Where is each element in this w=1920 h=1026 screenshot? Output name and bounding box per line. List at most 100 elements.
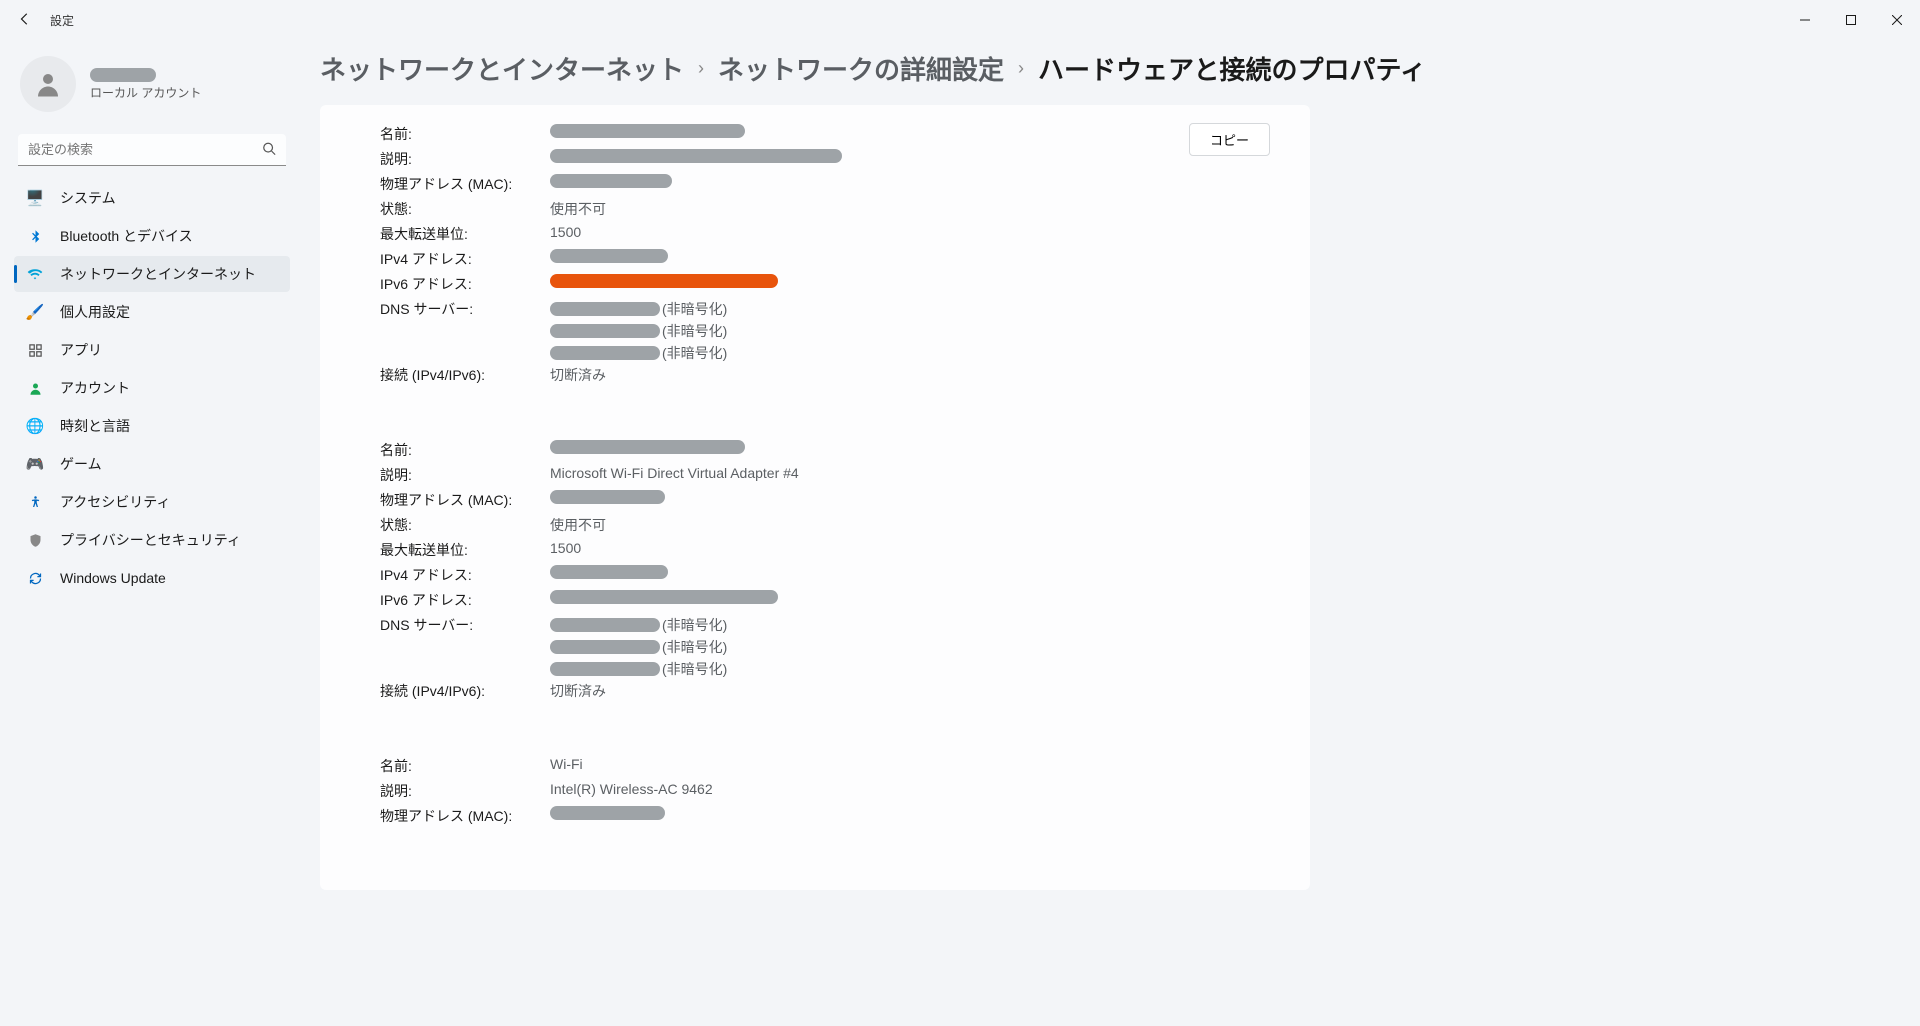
sidebar-item-game[interactable]: 🎮 ゲーム xyxy=(14,446,290,482)
breadcrumb-current: ハードウェアと接続のプロパティ xyxy=(1038,50,1426,87)
value-state: 使用不可 xyxy=(550,199,1250,219)
value-conn: 切断済み xyxy=(550,365,1250,385)
sidebar-item-network[interactable]: ネットワークとインターネット xyxy=(14,256,290,292)
dns-suffix: (非暗号化) xyxy=(662,343,727,363)
value-description: Intel(R) Wireless-AC 9462 xyxy=(550,781,1250,797)
value-name: Wi-Fi xyxy=(550,756,1250,772)
sidebar-item-label: アクセシビリティ xyxy=(60,492,170,512)
value-redacted xyxy=(550,640,660,654)
value-redacted xyxy=(550,174,672,188)
value-redacted xyxy=(550,806,665,820)
label-state: 状態: xyxy=(380,515,550,535)
close-button[interactable] xyxy=(1874,4,1920,36)
breadcrumb-link-network[interactable]: ネットワークとインターネット xyxy=(320,50,684,87)
label-name: 名前: xyxy=(380,756,550,776)
brush-icon: 🖌️ xyxy=(26,303,44,321)
label-mac: 物理アドレス (MAC): xyxy=(380,490,550,510)
adapter-block: 名前: 説明: 物理アドレス (MAC): 状態:使用不可 最大転送単位:150… xyxy=(380,117,1250,433)
label-ipv4: IPv4 アドレス: xyxy=(380,249,550,269)
user-block[interactable]: ローカル アカウント xyxy=(14,50,290,126)
label-ipv6: IPv6 アドレス: xyxy=(380,274,550,294)
sync-icon xyxy=(26,569,44,587)
maximize-button[interactable] xyxy=(1828,4,1874,36)
sidebar-item-label: 個人用設定 xyxy=(60,302,130,322)
dns-suffix: (非暗号化) xyxy=(662,299,727,319)
breadcrumb-link-advanced[interactable]: ネットワークの詳細設定 xyxy=(718,50,1004,87)
window-controls xyxy=(1782,4,1920,36)
label-mtu: 最大転送単位: xyxy=(380,224,550,244)
sidebar-item-account[interactable]: アカウント xyxy=(14,370,290,406)
label-conn: 接続 (IPv4/IPv6): xyxy=(380,681,550,701)
dns-suffix: (非暗号化) xyxy=(662,659,727,679)
sidebar-item-label: システム xyxy=(60,188,116,208)
value-redacted xyxy=(550,590,778,604)
user-subtitle: ローカル アカウント xyxy=(90,84,201,101)
label-name: 名前: xyxy=(380,440,550,460)
sidebar-item-label: プライバシーとセキュリティ xyxy=(60,530,241,550)
value-conn: 切断済み xyxy=(550,681,1250,701)
shield-icon xyxy=(26,531,44,549)
value-redacted xyxy=(550,124,745,138)
dns-suffix: (非暗号化) xyxy=(662,615,727,635)
sidebar-item-update[interactable]: Windows Update xyxy=(14,560,290,596)
sidebar-item-label: アカウント xyxy=(60,378,130,398)
sidebar-item-personalize[interactable]: 🖌️ 個人用設定 xyxy=(14,294,290,330)
sidebar-item-system[interactable]: 🖥️ システム xyxy=(14,180,290,216)
search-input[interactable] xyxy=(18,134,286,166)
sidebar-item-bluetooth[interactable]: Bluetooth とデバイス xyxy=(14,218,290,254)
adapter-block: 名前:Wi-Fi 説明:Intel(R) Wireless-AC 9462 物理… xyxy=(380,749,1250,830)
copy-button[interactable]: コピー xyxy=(1189,123,1270,156)
person-icon xyxy=(26,379,44,397)
sidebar-item-accessibility[interactable]: アクセシビリティ xyxy=(14,484,290,520)
wifi-icon xyxy=(26,265,44,283)
sidebar-item-privacy[interactable]: プライバシーとセキュリティ xyxy=(14,522,290,558)
title-bar: 設定 xyxy=(0,0,1920,40)
gamepad-icon: 🎮 xyxy=(26,455,44,473)
properties-panel: コピー 名前: 説明: 物理アドレス (MAC): 状態:使用不可 最大転送単位… xyxy=(320,105,1310,890)
chevron-right-icon: › xyxy=(1018,58,1024,79)
label-mac: 物理アドレス (MAC): xyxy=(380,174,550,194)
nav: 🖥️ システム Bluetooth とデバイス ネットワークとインターネット 🖌… xyxy=(14,180,290,596)
avatar xyxy=(20,56,76,112)
back-button[interactable] xyxy=(10,5,40,35)
display-icon: 🖥️ xyxy=(26,189,44,207)
value-redacted xyxy=(550,565,668,579)
search-box xyxy=(18,134,286,166)
label-mac: 物理アドレス (MAC): xyxy=(380,806,550,826)
sidebar-item-label: Bluetooth とデバイス xyxy=(60,226,193,246)
label-dns: DNS サーバー: xyxy=(380,299,550,319)
minimize-button[interactable] xyxy=(1782,4,1828,36)
value-redacted xyxy=(550,324,660,338)
value-mtu: 1500 xyxy=(550,224,1250,240)
value-redacted xyxy=(550,249,668,263)
sidebar-item-time[interactable]: 🌐 時刻と言語 xyxy=(14,408,290,444)
dns-suffix: (非暗号化) xyxy=(662,637,727,657)
value-state: 使用不可 xyxy=(550,515,1250,535)
breadcrumb: ネットワークとインターネット › ネットワークの詳細設定 › ハードウェアと接続… xyxy=(320,50,1880,87)
value-redacted xyxy=(550,490,665,504)
label-dns: DNS サーバー: xyxy=(380,615,550,635)
sidebar-item-label: Windows Update xyxy=(60,570,166,586)
value-description: Microsoft Wi-Fi Direct Virtual Adapter #… xyxy=(550,465,1250,481)
chevron-right-icon: › xyxy=(698,58,704,79)
label-mtu: 最大転送単位: xyxy=(380,540,550,560)
sidebar-item-label: ネットワークとインターネット xyxy=(60,264,256,284)
sidebar-item-label: 時刻と言語 xyxy=(60,416,130,436)
sidebar-item-label: ゲーム xyxy=(60,454,102,474)
label-conn: 接続 (IPv4/IPv6): xyxy=(380,365,550,385)
label-description: 説明: xyxy=(380,465,550,485)
sidebar-item-apps[interactable]: アプリ xyxy=(14,332,290,368)
main-content: ネットワークとインターネット › ネットワークの詳細設定 › ハードウェアと接続… xyxy=(300,40,1920,1026)
label-state: 状態: xyxy=(380,199,550,219)
label-description: 説明: xyxy=(380,781,550,801)
window-title: 設定 xyxy=(50,12,74,29)
label-ipv4: IPv4 アドレス: xyxy=(380,565,550,585)
value-redacted xyxy=(550,440,745,454)
value-mtu: 1500 xyxy=(550,540,1250,556)
globe-clock-icon: 🌐 xyxy=(26,417,44,435)
value-redacted xyxy=(550,346,660,360)
bluetooth-icon xyxy=(26,227,44,245)
grid-icon xyxy=(26,341,44,359)
value-redacted xyxy=(550,149,842,163)
sidebar-item-label: アプリ xyxy=(60,340,102,360)
